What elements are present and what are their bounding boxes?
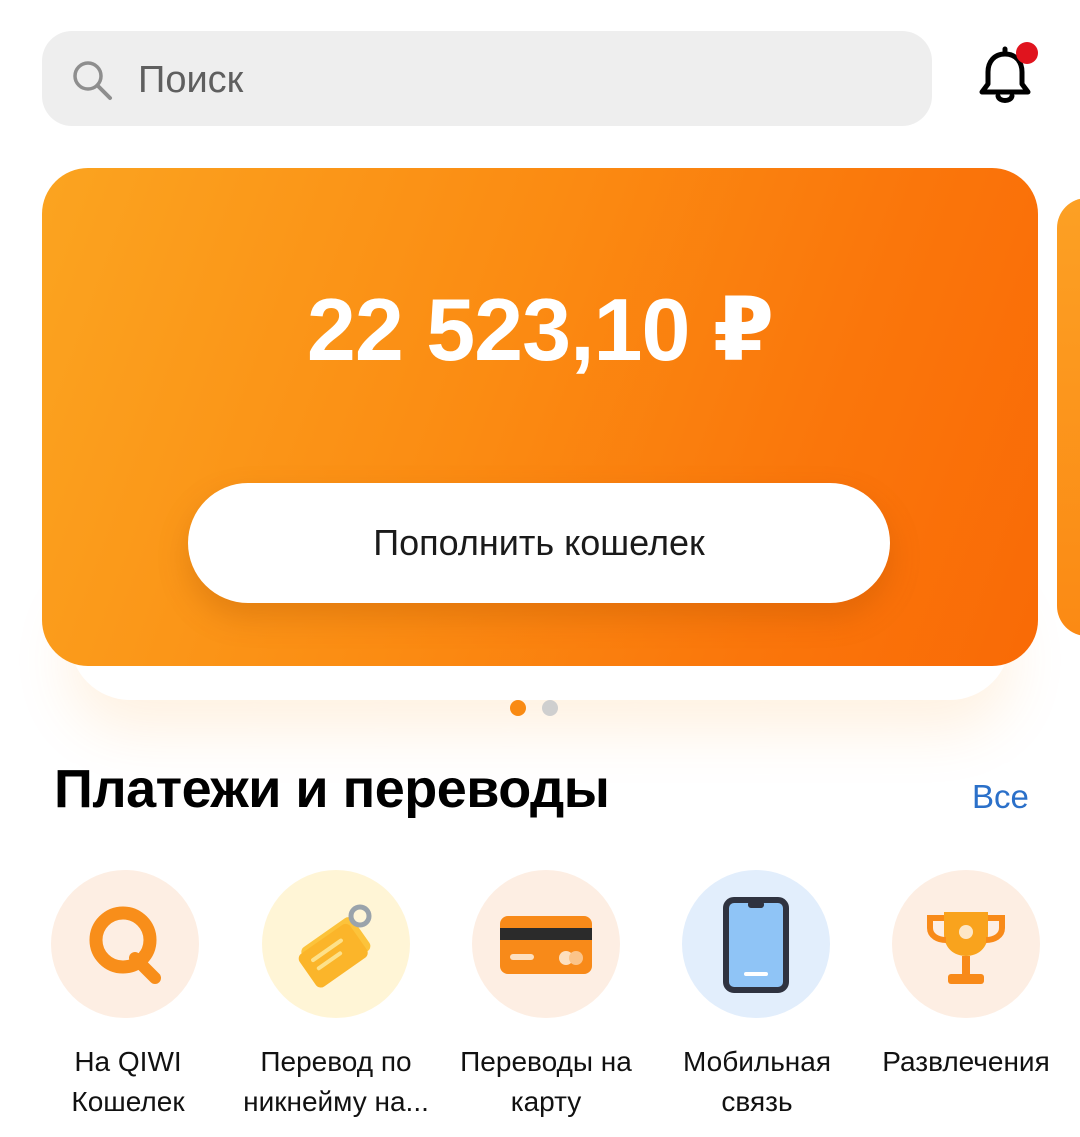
payment-label: Мобильная связь <box>652 1042 862 1122</box>
card-icon <box>500 916 592 974</box>
trophy-icon-circle <box>892 870 1040 1018</box>
payment-label-line1: Переводы на <box>460 1046 632 1077</box>
tag-icon <box>298 904 372 988</box>
search-input[interactable] <box>138 50 898 110</box>
payment-label: Переводы на карту <box>441 1042 651 1122</box>
payment-label-line2: связь <box>721 1086 793 1117</box>
payment-label-line1: Перевод по <box>260 1046 412 1077</box>
qiwi-icon <box>89 906 161 984</box>
notification-badge <box>1016 42 1038 64</box>
next-card-peek[interactable] <box>1057 198 1080 636</box>
home-screen: 22 523,10 ₽ Пополнить кошелек Платежи и … <box>0 0 1080 1137</box>
search-icon <box>73 61 112 100</box>
carousel-indicator <box>510 700 558 716</box>
qiwi-icon-circle <box>51 870 199 1018</box>
balance-amount: 22 523,10 ₽ <box>306 280 774 379</box>
card-icon-circle <box>472 870 620 1018</box>
payment-label-line1: Развлечения <box>882 1046 1050 1077</box>
tag-icon-circle <box>262 870 410 1018</box>
payment-label-line2: никнейму на... <box>243 1086 429 1117</box>
all-link[interactable]: Все <box>972 778 1029 816</box>
topup-wallet-button[interactable]: Пополнить кошелек <box>188 483 890 603</box>
carousel-dot[interactable] <box>542 700 558 716</box>
payment-label-line1: Мобильная <box>682 1046 831 1077</box>
carousel-dot-active[interactable] <box>510 700 526 716</box>
payment-label: На QIWI Кошелек <box>23 1042 233 1122</box>
payment-label-line1: На QIWI <box>74 1046 182 1077</box>
payment-label-line2: Кошелек <box>71 1086 185 1117</box>
phone-icon-circle <box>682 870 830 1018</box>
phone-icon <box>723 897 789 993</box>
payment-label-line2: карту <box>510 1086 582 1117</box>
balance-card[interactable]: 22 523,10 ₽ Пополнить кошелек <box>42 168 1038 666</box>
trophy-icon <box>927 912 1005 984</box>
section-title: Платежи и переводы <box>54 759 610 819</box>
payment-label: Развлечения <box>861 1042 1071 1082</box>
payment-label: Перевод по никнейму на... <box>231 1042 441 1122</box>
